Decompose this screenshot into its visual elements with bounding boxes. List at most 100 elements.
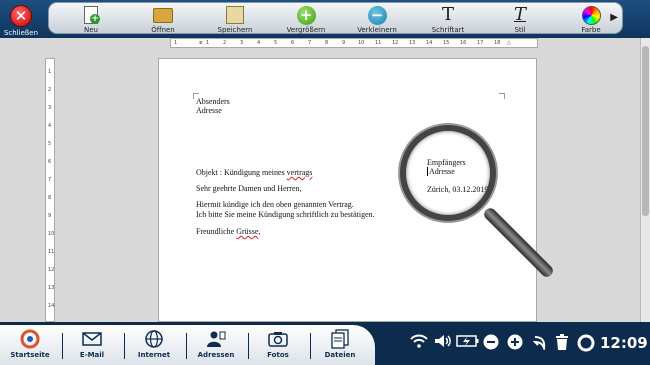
font-label: Schriftart [431, 26, 465, 34]
help-lifebuoy-icon[interactable] [577, 334, 595, 356]
font-button[interactable]: T Schriftart [418, 4, 478, 35]
closing-misspelled-word: Grüsse [236, 227, 259, 236]
margin-corner-mark [499, 93, 505, 99]
taskbar-internet[interactable]: Internet [124, 329, 184, 359]
salutation: Sehr geehrte Damen und Herren, [196, 184, 302, 193]
zoom-out-label: Verkleinern [357, 26, 397, 34]
ruler-tick: 10 [358, 40, 365, 46]
subject-text: Objekt : Kündigung meines [196, 168, 287, 177]
ruler-tick: 12 [48, 267, 55, 273]
home-logo-icon [0, 329, 60, 349]
body-line: Hiermit kündige ich den oben genannten V… [196, 200, 354, 209]
right-margin-marker-icon[interactable]: △ [507, 40, 511, 46]
closing-line: Freundliche Grüsse, [196, 227, 260, 236]
taskbar-label: Adressen [197, 351, 235, 359]
save-button[interactable]: Speichern [205, 5, 265, 34]
volume-icon[interactable] [434, 334, 452, 352]
back-arrow-icon[interactable] [532, 334, 547, 354]
date-line: Zürich, 03.12.2019 [427, 185, 489, 194]
ruler-tick: 10 [48, 231, 55, 237]
taskbar-label: Internet [137, 351, 171, 359]
top-bar: ✕ Schließen + Neu Öffnen Speichern + Ver… [0, 0, 650, 38]
editor-area: 1 ⧖ 1 2 3 4 5 6 7 8 9 10 11 12 13 14 15 … [0, 38, 650, 322]
ruler-tick: 3 [48, 105, 52, 111]
open-button[interactable]: Öffnen [133, 5, 193, 34]
ruler-tick: 9 [342, 40, 346, 46]
files-icon [310, 329, 370, 349]
taskbar-fotos[interactable]: Fotos [248, 329, 308, 359]
closing-punctuation: , [258, 227, 261, 236]
next-tools-arrow-icon[interactable]: ▶ [610, 12, 618, 23]
toolbar: + Neu Öffnen Speichern + Vergrößern − Ve… [48, 2, 623, 34]
taskbar-label: Startseite [10, 351, 50, 359]
globe-icon [124, 329, 184, 349]
ruler-tick: 7 [48, 177, 52, 183]
ruler-tick: 6 [48, 159, 52, 165]
color-palette-icon [580, 5, 602, 25]
taskbar-label: Fotos [267, 351, 289, 359]
ruler-tick: 11 [48, 249, 55, 255]
ruler-tick: 4 [48, 123, 52, 129]
contacts-icon [186, 329, 246, 349]
style-button[interactable]: T Stil [490, 4, 550, 35]
ruler-tick: 6 [291, 40, 295, 46]
ruler-tick: 13 [48, 285, 55, 291]
wifi-icon[interactable] [410, 334, 428, 352]
new-label: Neu [84, 26, 98, 34]
ruler-tick: 15 [443, 40, 450, 46]
font-icon: T [441, 4, 454, 25]
ruler-tick: 7 [308, 40, 312, 46]
ruler-tick: 16 [460, 40, 467, 46]
subject-line: Objekt : Kündigung meines vertrags [196, 168, 312, 177]
taskbar-adressen[interactable]: Adressen [186, 329, 246, 359]
scrollbar-thumb[interactable] [642, 46, 649, 216]
clock: 12:09 [600, 334, 648, 352]
trash-icon[interactable] [555, 334, 569, 354]
taskbar-startseite[interactable]: Startseite [0, 329, 60, 359]
ruler-tick: 18 [494, 40, 501, 46]
taskbar-label: E-Mail [79, 351, 105, 359]
ruler-tick: 4 [257, 40, 261, 46]
open-label: Öffnen [151, 26, 175, 34]
ruler-tick: 13 [409, 40, 416, 46]
body-line: Ich bitte Sie meine Kündigung schriftlic… [196, 210, 375, 219]
indent-marker-icon[interactable]: ⧖ [199, 40, 203, 46]
ruler-tick: 2 [223, 40, 227, 46]
zoom-out-icon: − [366, 5, 388, 25]
zoom-out-button[interactable]: − Verkleinern [347, 5, 407, 34]
close-icon: ✕ [10, 5, 32, 27]
ruler-tick: 14 [426, 40, 433, 46]
vertical-scrollbar[interactable] [640, 38, 650, 322]
ruler-tick: 12 [392, 40, 399, 46]
ruler-tick: 5 [274, 40, 278, 46]
ruler-tick: 14 [48, 303, 55, 309]
recipient-name: Empfängers [427, 158, 466, 167]
taskbar-email[interactable]: E-Mail [62, 329, 122, 359]
ruler-tick: 3 [240, 40, 244, 46]
ruler-tick: 1 [206, 40, 210, 46]
camera-icon [248, 329, 308, 349]
ruler-tick: 8 [48, 195, 52, 201]
app-launcher-panel: Startseite E-Mail Internet Adressen Foto… [0, 325, 375, 365]
taskbar: Startseite E-Mail Internet Adressen Foto… [0, 322, 650, 365]
open-folder-icon [152, 5, 174, 25]
vertical-ruler[interactable]: 1 2 3 4 5 6 7 8 9 10 11 12 13 14 [45, 58, 55, 322]
horizontal-ruler[interactable]: 1 ⧖ 1 2 3 4 5 6 7 8 9 10 11 12 13 14 15 … [170, 38, 538, 48]
save-label: Speichern [217, 26, 253, 34]
zoom-out-screen-icon[interactable] [483, 334, 499, 354]
zoom-in-screen-icon[interactable] [507, 334, 523, 354]
taskbar-dateien[interactable]: Dateien [310, 329, 370, 359]
style-label: Stil [514, 26, 526, 34]
magnifier-lens-icon[interactable]: Empfängers Adresse Zürich, 03.12.2019 [400, 125, 496, 221]
style-icon: T [513, 4, 526, 25]
color-label: Farbe [581, 26, 601, 34]
taskbar-label: Dateien [324, 351, 356, 359]
zoom-in-button[interactable]: + Vergrößern [276, 5, 336, 34]
ruler-tick: 8 [325, 40, 329, 46]
recipient-address: Adresse [427, 167, 455, 176]
new-button[interactable]: + Neu [61, 5, 121, 34]
close-button[interactable]: ✕ Schließen [4, 5, 38, 37]
sender-address: Adresse [196, 106, 222, 115]
battery-charging-icon [456, 334, 480, 352]
ruler-tick: 2 [48, 87, 52, 93]
